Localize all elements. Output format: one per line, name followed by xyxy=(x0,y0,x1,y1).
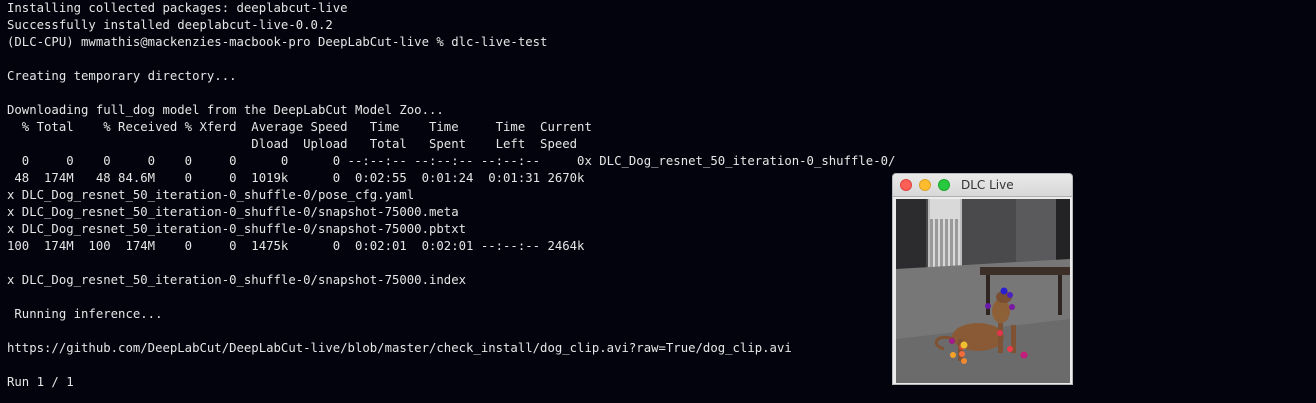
terminal-line: Run 1 / 1 xyxy=(7,375,74,389)
close-window-icon[interactable] xyxy=(900,179,912,191)
video-frame xyxy=(896,199,1070,383)
terminal-line: Installing collected packages: deeplabcu… xyxy=(7,1,348,15)
terminal-line: x DLC_Dog_resnet_50_iteration-0_shuffle-… xyxy=(7,205,459,219)
minimize-window-icon[interactable] xyxy=(919,179,931,191)
terminal-line: Running inference... xyxy=(7,307,163,321)
maximize-window-icon[interactable] xyxy=(938,179,950,191)
terminal-line: (DLC-CPU) mwmathis@mackenzies-macbook-pr… xyxy=(7,35,548,49)
terminal-line: 48 174M 48 84.6M 0 0 1019k 0 0:02:55 0:0… xyxy=(7,171,585,185)
terminal-line: x DLC_Dog_resnet_50_iteration-0_shuffle-… xyxy=(7,188,415,202)
terminal-line: x DLC_Dog_resnet_50_iteration-0_shuffle-… xyxy=(7,222,467,236)
terminal-line: 0 0 0 0 0 0 0 0 --:--:-- --:--:-- --:--:… xyxy=(7,154,896,168)
terminal-line: Creating temporary directory... xyxy=(7,69,237,83)
terminal-line: 100 174M 100 174M 0 0 1475k 0 0:02:01 0:… xyxy=(7,239,585,253)
terminal-line: https://github.com/DeepLabCut/DeepLabCut… xyxy=(7,341,792,355)
terminal-line: Successfully installed deeplabcut-live-0… xyxy=(7,18,333,32)
dlc-live-window[interactable]: DLC Live xyxy=(892,173,1073,385)
terminal-line: % Total % Received % Xferd Average Speed… xyxy=(7,120,592,134)
terminal-line: Downloading full_dog model from the Deep… xyxy=(7,103,444,117)
dog-pose-frame xyxy=(896,199,1070,383)
window-title: DLC Live xyxy=(961,178,1014,192)
terminal-output: Installing collected packages: deeplabcu… xyxy=(0,0,1316,403)
window-titlebar[interactable]: DLC Live xyxy=(893,174,1072,197)
terminal-line: Dload Upload Total Spent Left Speed xyxy=(7,137,578,151)
terminal-line: x DLC_Dog_resnet_50_iteration-0_shuffle-… xyxy=(7,273,467,287)
